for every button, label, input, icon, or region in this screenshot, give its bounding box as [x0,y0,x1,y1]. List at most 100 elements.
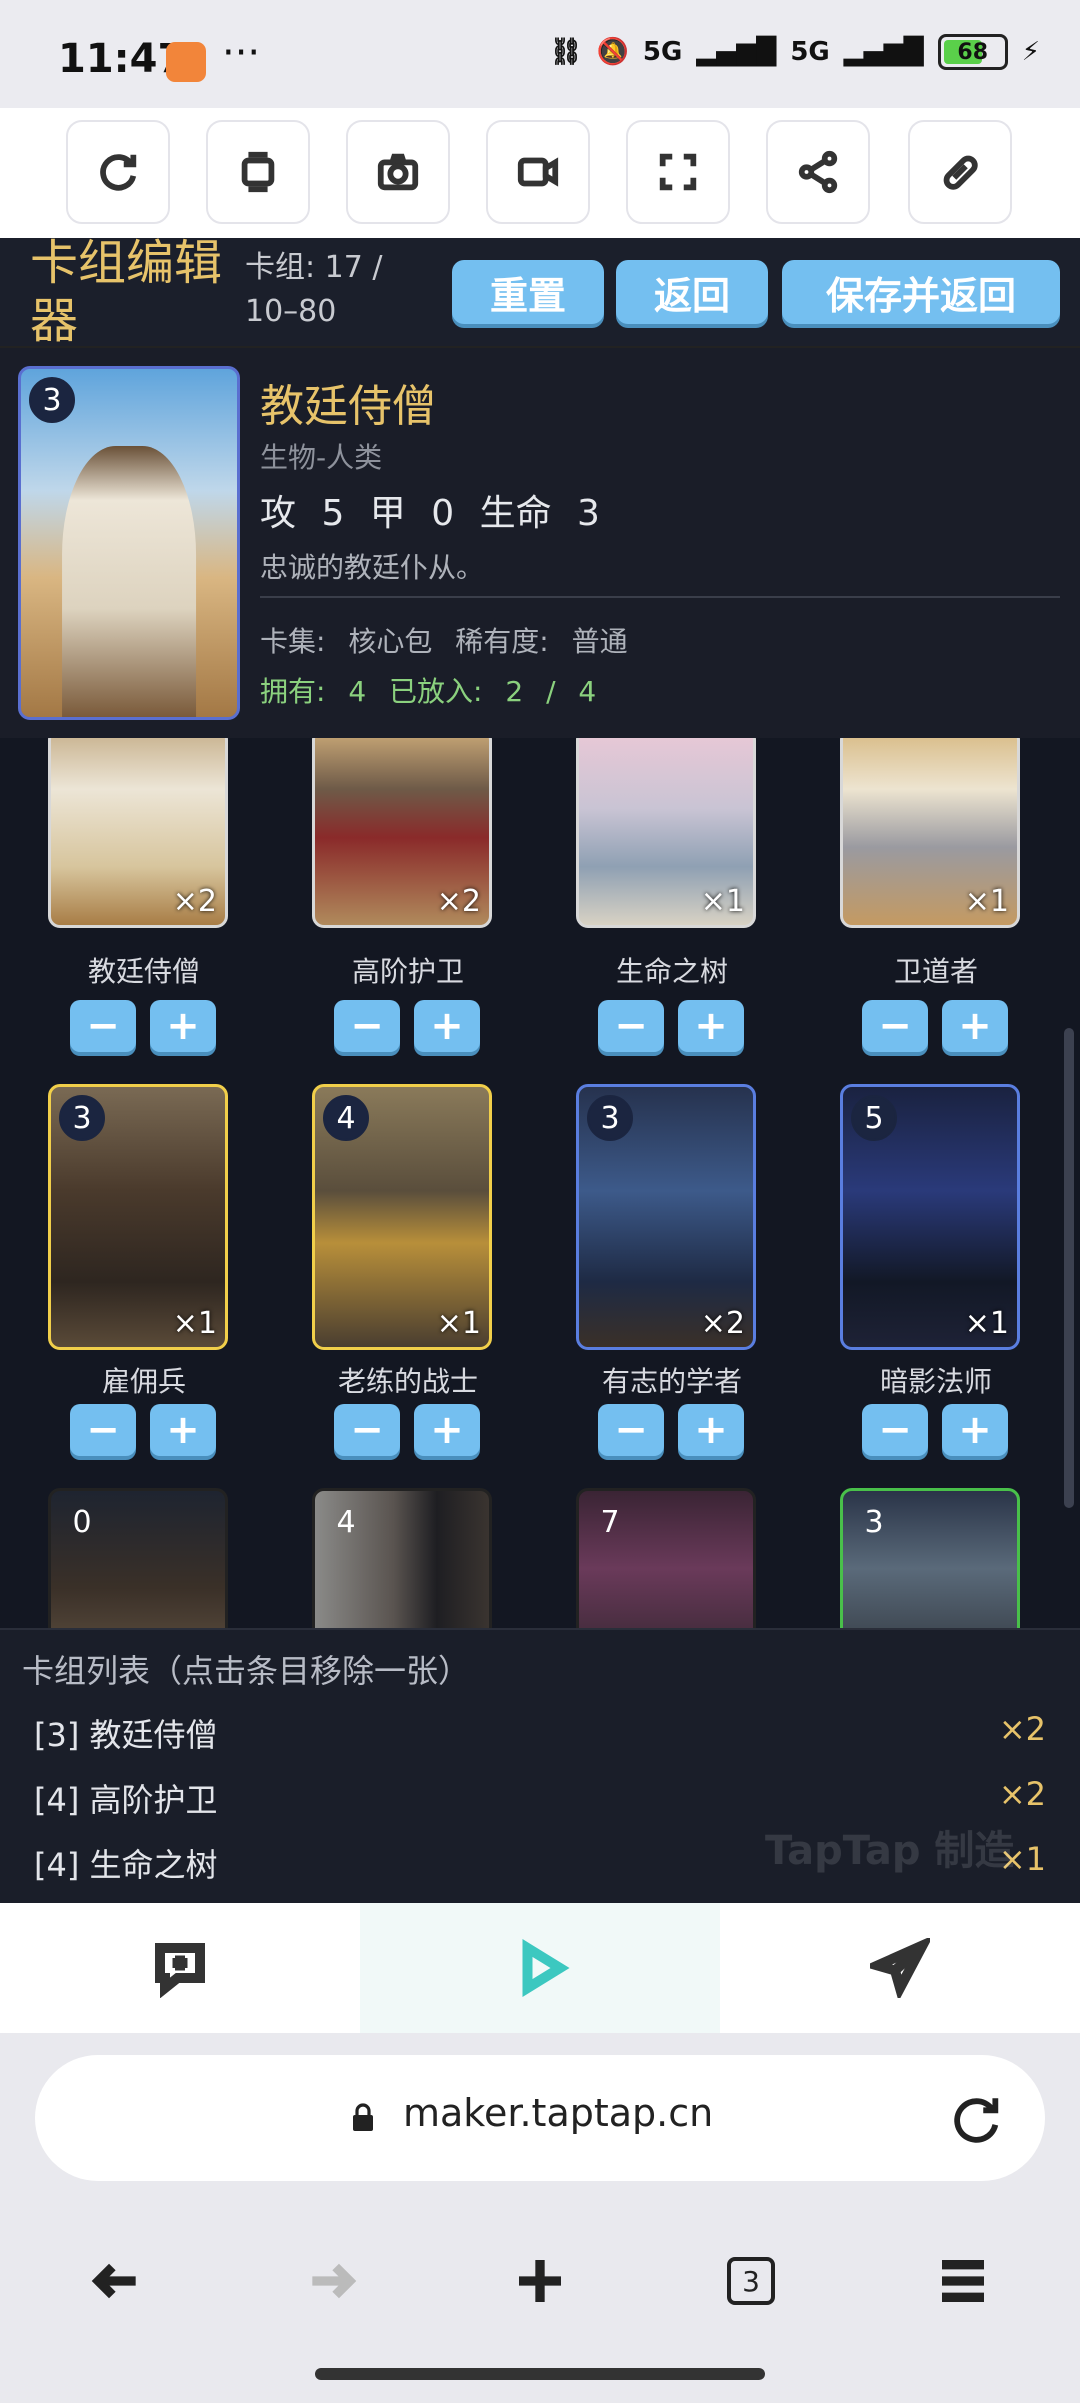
signal-label-1: 5G [642,37,683,67]
card-description: 忠诚的教廷仆从。 [260,551,485,584]
add-card-button[interactable]: + [150,1404,216,1456]
deck-count: 卡组: 17 / 10–80 [245,250,383,329]
deck-item-label: [4] 高阶护卫 [34,1781,218,1819]
card-name: 教廷侍僧 [260,381,436,432]
card-thumbnail[interactable]: ×2 [312,738,492,928]
card-ownership: 拥有: 4 已放入: 2 / 4 [260,675,597,708]
lock-icon [353,2103,373,2131]
remove-card-button[interactable]: − [70,1000,136,1052]
refresh-button[interactable] [66,120,170,224]
add-card-button[interactable]: + [942,1404,1008,1456]
card-thumbnail[interactable]: 3 [840,1488,1020,1628]
back-nav-button[interactable] [82,2246,152,2316]
menu-button[interactable] [928,2246,998,2316]
cost-badge: 5 [851,1095,897,1141]
send-button[interactable] [720,1903,1080,2033]
fullscreen-icon [659,153,697,191]
forward-nav-button[interactable] [296,2246,366,2316]
remove-card-button[interactable]: − [334,1404,400,1456]
refresh-icon [100,154,137,191]
divider [260,596,1060,598]
cost-badge: 3 [59,1095,105,1141]
tab-count: 3 [727,2257,775,2305]
link-status-icon: ⛓ [549,37,583,67]
back-button[interactable]: 返回 [616,260,768,324]
charging-icon: ⚡ [1021,37,1040,67]
address-bar[interactable]: maker.taptap.cn [35,2055,1045,2181]
card-quantity: ×1 [172,1306,217,1341]
play-icon [522,1939,570,1997]
add-card-button[interactable]: + [414,1404,480,1456]
comment-button[interactable] [0,1903,360,2033]
remove-card-button[interactable]: − [598,1404,664,1456]
card-quantity: ×1 [700,884,745,919]
card-thumbnail[interactable]: 7 [576,1488,756,1628]
card-quantity: ×1 [964,884,1009,919]
app-notification-icon [166,42,206,82]
card-thumbnail[interactable]: 3 ×2 [576,1084,756,1350]
copy-link-button[interactable] [908,120,1012,224]
add-card-button[interactable]: + [150,1000,216,1052]
video-icon [517,157,559,187]
remove-card-button[interactable]: − [334,1000,400,1052]
more-notifications-icon: ··· [222,30,261,76]
card-thumbnail[interactable]: 5 ×1 [840,1084,1020,1350]
card-thumbnail[interactable]: ×1 [840,738,1020,928]
card-title: 老练的战士 [337,1365,478,1398]
status-bar: 11:47 ··· ⛓ 🔕 5G ▂▄▆█ 5G ▂▄▆█ 68 ⚡ [0,0,1080,108]
card-thumbnail[interactable]: 4 [312,1488,492,1628]
browser-nav: 3 [0,2210,1080,2350]
share-button[interactable] [766,120,870,224]
deck-item-label: [3] 教廷侍僧 [34,1716,218,1754]
tabs-button[interactable]: 3 [716,2246,786,2316]
link-icon [943,155,978,190]
card-title: 暗影法师 [879,1365,992,1398]
new-tab-button[interactable] [505,2246,575,2316]
card-thumbnail[interactable]: ×1 [576,738,756,928]
page-title: 卡组编辑器 [30,238,223,349]
signal-bars-icon: ▂▄▆█ [843,37,924,67]
remove-card-button[interactable]: − [598,1000,664,1052]
card-title: 有志的学者 [601,1365,742,1398]
fullscreen-button[interactable] [626,120,730,224]
deck-list-title: 卡组列表（点击条目移除一张） [22,1652,471,1690]
card-grid: ×2 教廷侍僧 − + ×2 高阶护卫 − + ×1 生命之树 − + ×1 卫… [0,738,1080,1628]
save-and-back-button[interactable]: 保存并返回 [782,260,1060,324]
remove-card-button[interactable]: − [862,1404,928,1456]
battery-level: 68 [957,39,989,65]
deck-item-count: ×2 [998,1710,1046,1748]
layers-button[interactable] [206,120,310,224]
card-thumbnail[interactable]: 0 [48,1488,228,1628]
add-card-button[interactable]: + [414,1000,480,1052]
remove-card-button[interactable]: − [862,1000,928,1052]
screenshot-button[interactable] [346,120,450,224]
add-card-button[interactable]: + [942,1000,1008,1052]
cost-badge: 3 [587,1095,633,1141]
remove-card-button[interactable]: − [70,1404,136,1456]
editor-header: 卡组编辑器 卡组: 17 / 10–80 重置 返回 保存并返回 [0,238,1080,349]
card-title: 卫道者 [893,955,978,988]
card-set-rarity: 卡集: 核心包 稀有度: 普通 [260,625,628,658]
card-thumbnail[interactable]: 3 ×1 [48,1084,228,1350]
plus-icon [519,2260,561,2302]
deck-list-item[interactable]: [3] 教廷侍僧 ×2 [0,1702,1080,1762]
card-thumbnail[interactable]: ×2 [48,738,228,928]
record-button[interactable] [486,120,590,224]
reset-button[interactable]: 重置 [452,260,604,324]
add-card-button[interactable]: + [678,1000,744,1052]
card-quantity: ×2 [172,884,217,919]
cost-badge: 3 [29,377,75,423]
card-quantity: ×2 [436,884,481,919]
grid-scrollbar[interactable] [1064,1028,1074,1508]
camera-icon [377,153,419,191]
home-indicator[interactable] [315,2368,765,2380]
cost-badge: 4 [323,1095,369,1141]
card-title: 雇佣兵 [101,1365,186,1398]
card-title: 生命之树 [615,955,728,988]
card-thumbnail[interactable]: 4 ×1 [312,1084,492,1350]
play-button[interactable] [360,1903,720,2033]
reload-icon[interactable] [947,2091,1005,2149]
taptap-watermark: TapTap 制造 [765,1828,1015,1874]
card-stats: 攻 5 甲 0 生命 3 [260,493,600,534]
add-card-button[interactable]: + [678,1404,744,1456]
